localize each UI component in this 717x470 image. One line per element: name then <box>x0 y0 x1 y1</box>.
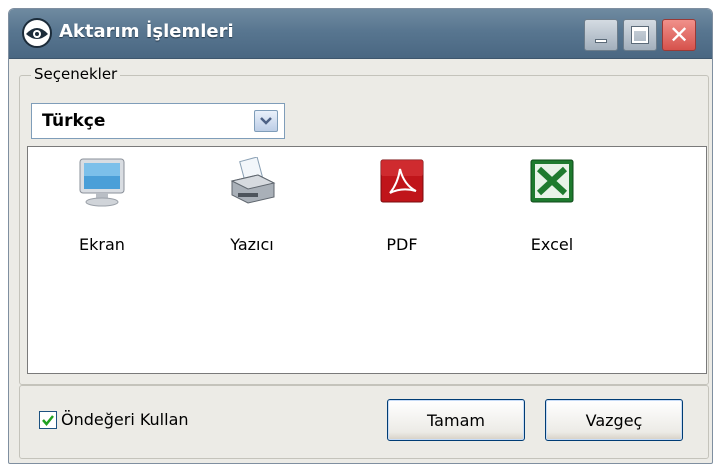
list-item-yazici[interactable]: Yazıcı <box>202 156 302 257</box>
list-item-ekran[interactable]: Ekran <box>52 157 152 257</box>
printer-icon <box>228 156 276 205</box>
list-item-excel[interactable]: Excel <box>502 157 602 257</box>
window-title: Aktarım İşlemleri <box>59 21 234 42</box>
list-item-label: PDF <box>386 235 418 254</box>
list-item-label: Yazıcı <box>230 235 274 254</box>
language-select-value: Türkçe <box>42 111 106 131</box>
list-item-label: Ekran <box>79 235 125 254</box>
cancel-button-label: Vazgeç <box>585 410 643 430</box>
default-checkbox[interactable] <box>39 411 57 429</box>
options-group-label: Seçenekler <box>31 65 121 83</box>
ok-button[interactable]: Tamam <box>387 399 525 441</box>
chevron-down-icon[interactable] <box>254 110 278 132</box>
minimize-icon <box>595 39 607 43</box>
list-item-label: Excel <box>530 235 574 254</box>
minimize-button[interactable] <box>584 19 618 51</box>
export-dialog-window: Aktarım İşlemleri ✕ Seçenekler Türkçe Ek… <box>8 8 713 464</box>
list-item-pdf[interactable]: PDF <box>352 157 452 257</box>
export-target-list: Ekran Yazıcı PDF Excel <box>27 146 707 374</box>
cancel-button[interactable]: Vazgeç <box>545 399 683 441</box>
close-icon: ✕ <box>668 21 690 49</box>
maximize-button[interactable] <box>623 19 657 51</box>
pdf-icon <box>378 157 426 205</box>
default-checkbox-label[interactable]: Öndeğeri Kullan <box>61 410 189 429</box>
language-select[interactable]: Türkçe <box>31 103 285 139</box>
excel-icon <box>528 157 576 205</box>
app-eye-icon <box>22 18 52 48</box>
close-button[interactable]: ✕ <box>662 19 696 51</box>
monitor-icon <box>78 157 126 207</box>
title-bar[interactable]: Aktarım İşlemleri ✕ <box>9 9 712 59</box>
maximize-icon <box>632 27 648 43</box>
ok-button-label: Tamam <box>427 410 485 430</box>
